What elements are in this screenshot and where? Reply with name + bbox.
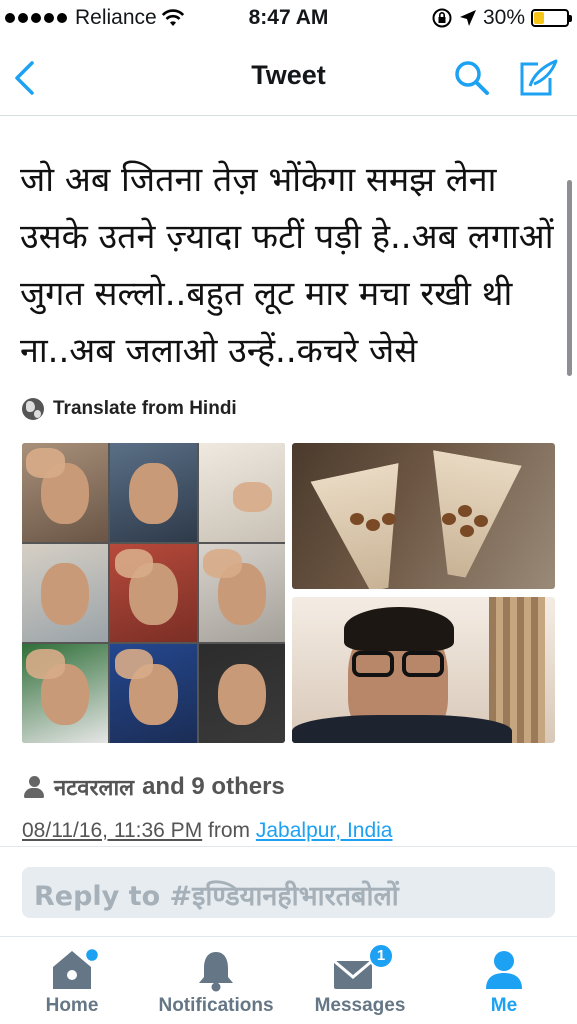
tab-me[interactable]: Me [464,937,544,1024]
tab-bar: Home Notifications 1 Messages Me [0,936,577,1024]
collage-cell [22,543,109,643]
tab-home-label: Home [45,995,99,1016]
tab-notifications[interactable]: Notifications [148,937,284,1024]
rotation-lock-icon [432,8,452,28]
search-icon[interactable] [452,58,492,98]
translate-label: Translate from Hindi [53,398,237,419]
battery-level [534,12,544,24]
status-bar: Reliance 8:47 AM 30% [0,0,577,38]
tweet-text: जो अब जितना तेज़ भोंकेगा समझ लेना उसके उ… [20,160,554,371]
scroll-indicator[interactable] [567,180,572,376]
timestamp-link[interactable]: 08/11/16, 11:36 PM [22,819,202,842]
compose-icon[interactable] [516,58,558,98]
likes-user-name[interactable]: नटवरलाल [54,772,134,802]
tweet-photo-selfie[interactable] [292,597,555,743]
collage-cell [22,443,109,542]
likes-summary[interactable]: नटवरलाल and 9 others [22,772,285,802]
tweet-timestamp: 08/11/16, 11:36 PM from Jabalpur, India [22,819,392,843]
globe-icon [22,398,44,420]
battery-icon [531,9,572,27]
tab-home[interactable]: Home [22,937,122,1024]
tab-me-label: Me [490,995,518,1016]
collage-cell [198,443,285,542]
navigation-bar: Tweet [0,38,577,116]
location-link[interactable]: Jabalpur, India [256,819,393,842]
tweet-photo-collage[interactable] [22,443,285,743]
likes-others[interactable]: and 9 others [142,773,285,801]
reply-input[interactable]: Reply to #इण्डियानहीभारतबोलों [22,867,555,918]
person-icon [486,951,522,989]
translate-link[interactable]: Translate from Hindi [22,398,237,420]
battery-percent: 30% [482,6,525,29]
collage-cell [110,443,197,542]
collage-cell [198,644,285,743]
tab-messages-label: Messages [314,995,406,1016]
from-label: from [208,819,251,842]
status-right: 30% [431,6,572,30]
tab-notifications-label: Notifications [158,995,274,1016]
tweet-photo-money-cones[interactable] [292,443,555,589]
location-arrow-icon [459,10,476,26]
tab-messages[interactable]: 1 Messages [304,937,416,1024]
collage-cell [110,644,197,743]
collage-cell [198,543,285,643]
bell-icon [199,952,233,992]
person-icon [22,775,46,799]
messages-badge: 1 [368,943,394,969]
collage-cell [110,543,197,643]
collage-cell [22,644,109,743]
new-content-dot [83,947,99,964]
home-icon [53,947,99,989]
reply-bar: Reply to #इण्डियानहीभारतबोलों [0,846,577,936]
